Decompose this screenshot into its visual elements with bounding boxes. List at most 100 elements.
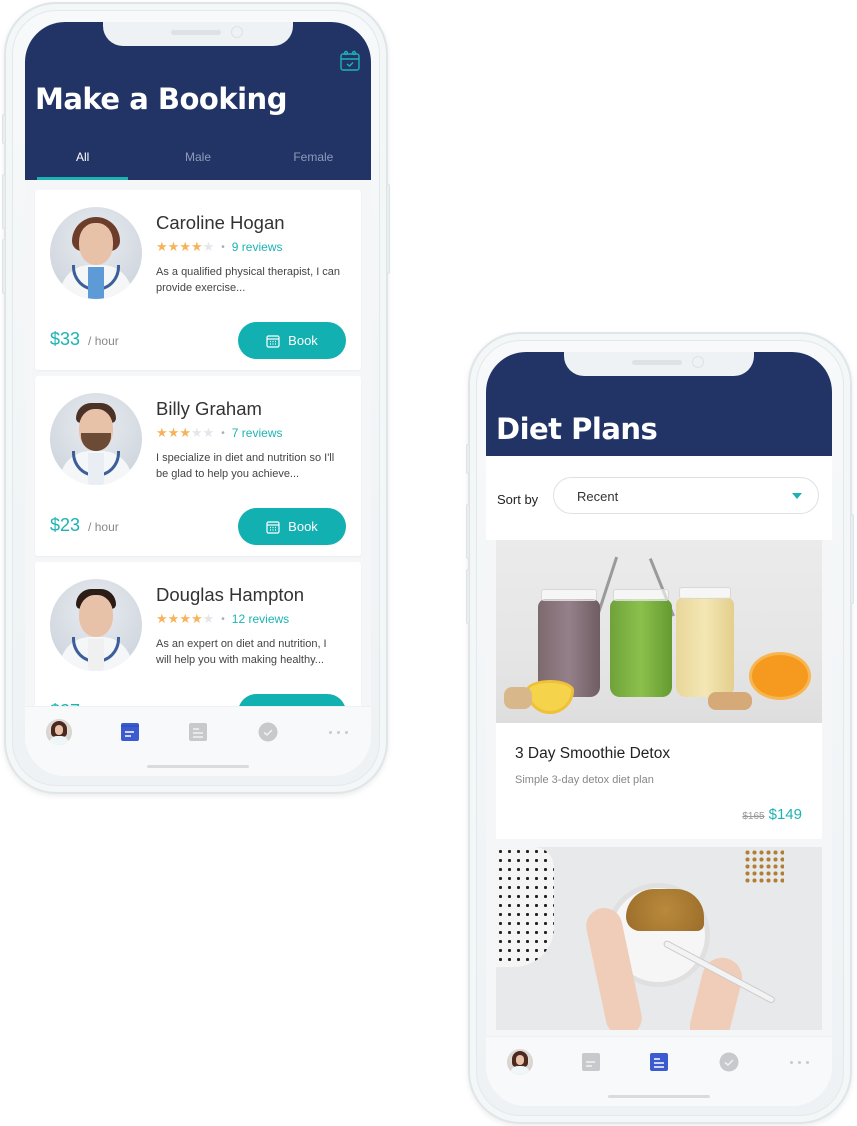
separator-dot: • [221,427,225,439]
notes-icon [650,1053,668,1071]
doctor-name: Douglas Hampton [156,584,305,605]
doctor-rating: ★★★★★ • 9 reviews [156,240,282,254]
star-rating: ★★★★★ [156,426,214,440]
page-title: Make a Booking [35,82,287,116]
doctor-avatar [50,207,142,299]
star-filled-icon: ★ [179,239,191,254]
doctor-list[interactable]: Caroline Hogan ★★★★★ • 9 reviews As a qu… [25,180,371,776]
calendar-check-icon[interactable] [339,50,361,72]
plan-details: 3 Day Smoothie Detox Simple 3-day detox … [496,723,822,839]
reviews-link[interactable]: 9 reviews [232,240,283,254]
sort-label: Sort by [497,492,539,507]
original-price: $165 [742,811,765,822]
star-rating: ★★★★★ [156,612,214,626]
book-button-label: Book [288,333,318,348]
phone-side-button [2,174,6,229]
more-dots-icon [328,730,348,734]
phone-side-button [2,114,6,144]
phone-side-button [466,569,470,624]
star-filled-icon: ★ [179,425,191,440]
star-filled-icon: ★ [190,239,203,254]
granola-bowl-image [496,847,822,1030]
price-value: $33 [50,329,81,349]
doctor-price: $33 / hour [50,329,119,350]
doctor-name: Caroline Hogan [156,212,285,233]
nav-check[interactable] [716,1049,742,1075]
separator-dot: • [221,613,225,625]
book-button[interactable]: Book [238,508,346,545]
plan-title: 3 Day Smoothie Detox [515,745,671,762]
diet-screen: Diet Plans Sort by Recent 3 Day Smoothie… [486,352,832,1106]
nav-notes[interactable] [646,1049,672,1075]
plan-subtitle: Simple 3-day detox diet plan [515,774,654,786]
nav-profile-avatar[interactable] [507,1049,533,1075]
diet-plan-card[interactable]: 3 Day Smoothie Detox Simple 3-day detox … [496,540,822,839]
nav-more[interactable] [786,1049,812,1075]
separator-dot: • [221,241,225,253]
nav-calendar[interactable] [117,719,143,745]
price-value: $23 [50,515,81,535]
doctor-card[interactable]: Caroline Hogan ★★★★★ • 9 reviews As a qu… [35,190,361,370]
phone-side-button [850,514,854,604]
doctor-description: As a qualified physical therapist, I can… [156,266,341,294]
book-button[interactable]: Book [238,322,346,359]
doctor-avatar [50,579,142,671]
star-filled-icon: ★ [156,239,168,254]
star-filled-icon: ★ [167,239,180,254]
doctor-description: I specialize in diet and nutrition so I'… [156,452,335,480]
phone-side-button [2,239,6,294]
calendar-icon [266,334,280,348]
smoothie-jars-image [496,540,822,723]
price-unit: / hour [88,334,119,348]
calendar-icon [266,520,280,534]
doctor-description: As an expert on diet and nutrition, I wi… [156,638,327,666]
bottom-nav [25,706,371,776]
page-title: Diet Plans [496,412,658,446]
phone-diet: Diet Plans Sort by Recent 3 Day Smoothie… [466,332,854,1124]
doctor-price: $23 / hour [50,515,119,536]
doctor-rating: ★★★★★ • 7 reviews [156,426,282,440]
nav-profile-avatar[interactable] [46,719,72,745]
plan-price: $165 $149 [742,806,802,823]
reviews-link[interactable]: 12 reviews [232,612,289,626]
star-filled-icon: ★ [179,611,191,626]
price-unit: / hour [88,520,119,534]
diet-plan-list[interactable]: 3 Day Smoothie Detox Simple 3-day detox … [486,540,832,1106]
nav-notes[interactable] [185,719,211,745]
star-filled-icon: ★ [167,425,180,440]
star-filled-icon: ★ [190,611,203,626]
star-empty-icon: ★ [190,425,203,440]
doctor-rating: ★★★★★ • 12 reviews [156,612,289,626]
booking-screen: Make a Booking All Male Female Caroline … [25,22,371,776]
star-filled-icon: ★ [156,611,168,626]
book-button-label: Book [288,519,318,534]
diet-plan-card[interactable] [496,847,822,1030]
tab-male[interactable]: Male [140,140,255,180]
reviews-link[interactable]: 7 reviews [232,426,283,440]
doctor-avatar [50,393,142,485]
sort-row: Sort by Recent [486,456,832,540]
nav-more[interactable] [325,719,351,745]
star-empty-icon: ★ [202,425,215,440]
star-empty-icon: ★ [202,611,215,626]
phone-notch [103,22,293,46]
gender-tabs: All Male Female [25,140,371,180]
phone-side-button [386,184,390,274]
check-circle-icon [258,722,278,742]
star-filled-icon: ★ [167,611,180,626]
sort-dropdown[interactable]: Recent [553,477,819,514]
phone-booking: Make a Booking All Male Female Caroline … [2,2,390,794]
calendar-icon [121,723,139,741]
phone-notch [564,352,754,376]
nav-check[interactable] [255,719,281,745]
more-dots-icon [789,1060,809,1064]
tab-female[interactable]: Female [256,140,371,180]
bottom-nav [486,1036,832,1106]
tab-all[interactable]: All [25,140,140,180]
phone-side-button [466,444,470,474]
sale-price: $149 [768,806,802,823]
caret-down-icon [792,493,802,499]
doctor-card[interactable]: Billy Graham ★★★★★ • 7 reviews I special… [35,376,361,556]
nav-calendar[interactable] [578,1049,604,1075]
phone-side-button [466,504,470,559]
